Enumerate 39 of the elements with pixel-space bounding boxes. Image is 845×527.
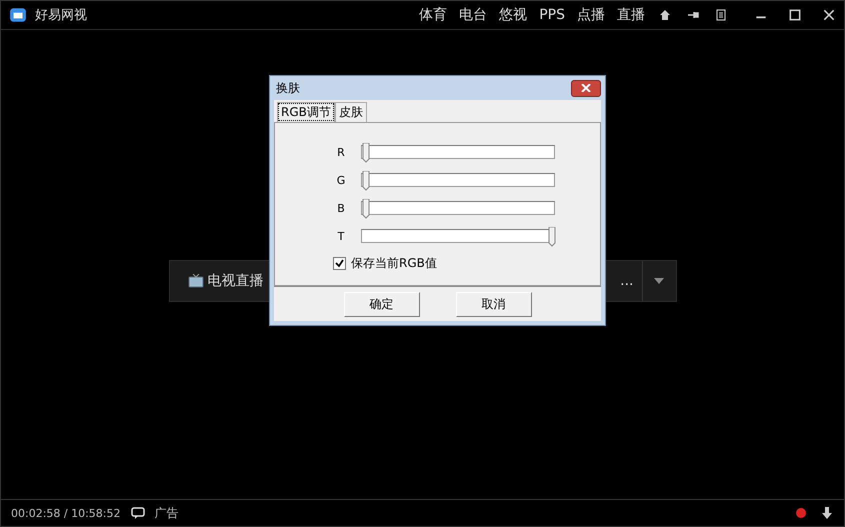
nav-tab[interactable]: 悠视 [494, 6, 532, 24]
dialog-button[interactable]: 取消 [456, 292, 532, 316]
nav-tab[interactable]: 体育 [414, 6, 452, 24]
caret-icon [654, 278, 664, 284]
menu-icon[interactable] [715, 9, 727, 21]
channel-label: ... [620, 272, 634, 288]
close-icon[interactable] [822, 8, 836, 22]
pin-icon[interactable] [687, 9, 699, 21]
slider-thumb[interactable] [548, 227, 556, 247]
tv-app-icon [9, 6, 27, 24]
app-title: 好易网视 [35, 7, 87, 24]
tv-icon [188, 274, 204, 288]
home-icon[interactable] [659, 9, 671, 21]
nav-tab[interactable]: 点播 [572, 6, 610, 24]
channel-label: 电视直播 [208, 272, 264, 290]
record-icon[interactable] [794, 506, 808, 520]
ad-label: 广告 [154, 504, 179, 522]
nav-tab[interactable]: 电台 [454, 6, 492, 24]
playback-time: 00:02:58 / 10:58:52 [11, 506, 121, 520]
slider-thumb[interactable] [362, 171, 370, 191]
dialog-title: 换肤 [276, 80, 300, 96]
slider-label: R [336, 146, 346, 158]
slider-thumb[interactable] [362, 199, 370, 219]
dialog-button[interactable]: 确定 [344, 292, 420, 316]
tab[interactable]: RGB调节 [277, 102, 335, 122]
close-icon [581, 84, 591, 92]
close-button[interactable] [571, 80, 601, 96]
nav-tab[interactable]: PPS [534, 7, 570, 23]
tab[interactable]: 皮肤 [334, 102, 367, 122]
slider-thumb[interactable] [362, 143, 370, 163]
chat-icon[interactable] [130, 506, 145, 520]
download-icon[interactable] [820, 506, 834, 520]
nav-tab[interactable]: 直播 [612, 6, 650, 24]
checkbox-label: 保存当前RGB值 [351, 255, 437, 272]
maximize-icon[interactable] [788, 8, 802, 22]
slider-label: G [336, 174, 346, 186]
checkbox[interactable] [333, 257, 346, 270]
slider-label: B [336, 202, 346, 214]
slider-label: T [336, 230, 346, 242]
